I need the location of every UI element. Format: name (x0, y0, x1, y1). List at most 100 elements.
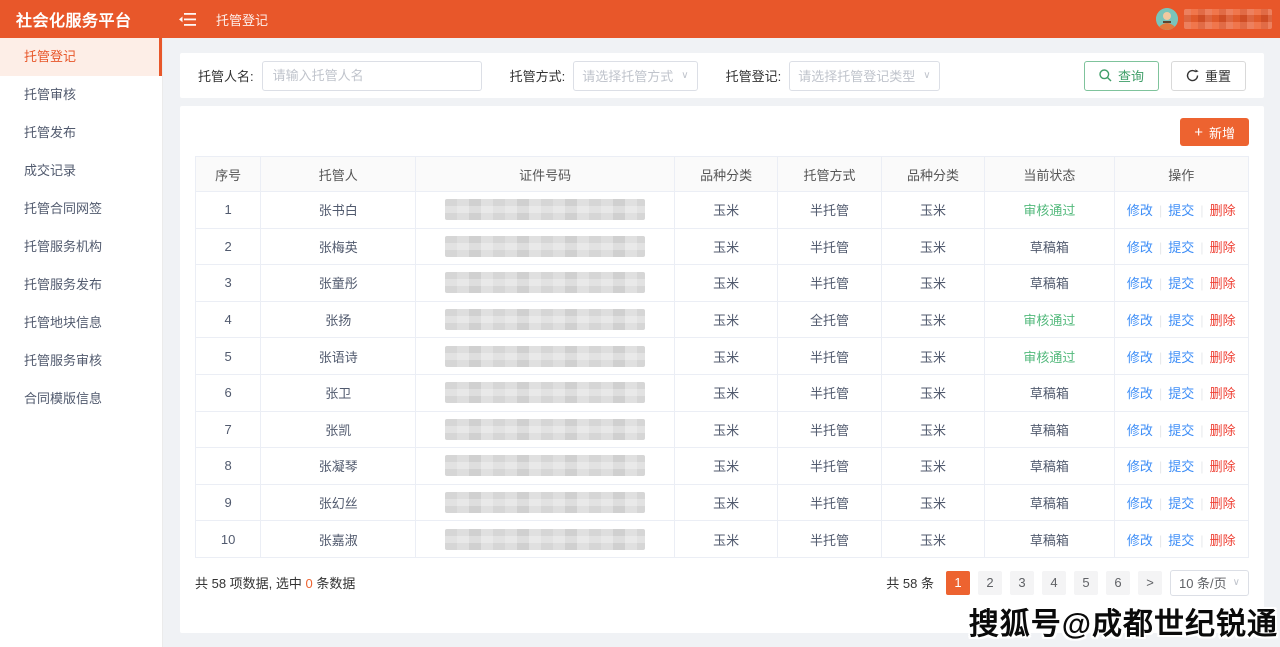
cell-mode: 半托管 (778, 484, 881, 521)
search-icon (1099, 69, 1112, 82)
submit-link[interactable]: 提交 (1168, 533, 1194, 548)
cell-id-number (416, 448, 675, 485)
delete-link[interactable]: 删除 (1210, 496, 1236, 511)
submit-link[interactable]: 提交 (1168, 350, 1194, 365)
edit-link[interactable]: 修改 (1127, 386, 1153, 401)
submit-link[interactable]: 提交 (1168, 423, 1194, 438)
edit-link[interactable]: 修改 (1127, 276, 1153, 291)
delete-link[interactable]: 删除 (1210, 203, 1236, 218)
cell-status: 草稿箱 (985, 484, 1114, 521)
cell-status: 草稿箱 (985, 265, 1114, 302)
edit-link[interactable]: 修改 (1127, 203, 1153, 218)
cell-name: 张卫 (261, 374, 416, 411)
page-size-select[interactable]: 10 条/页 ∨ (1170, 570, 1249, 596)
mode-filter-select[interactable]: 请选择托管方式 ∨ (573, 61, 697, 91)
delete-link[interactable]: 删除 (1210, 350, 1236, 365)
cell-id-number (416, 411, 675, 448)
mode-filter-label: 托管方式: (510, 66, 566, 85)
submit-link[interactable]: 提交 (1168, 240, 1194, 255)
delete-link[interactable]: 删除 (1210, 386, 1236, 401)
delete-link[interactable]: 删除 (1210, 313, 1236, 328)
cell-id-number (416, 484, 675, 521)
delete-link[interactable]: 删除 (1210, 240, 1236, 255)
cell-variety: 玉米 (674, 338, 777, 375)
delete-link[interactable]: 删除 (1210, 533, 1236, 548)
sidebar-item-1[interactable]: 托管审核 (0, 76, 162, 114)
cell-variety: 玉米 (674, 374, 777, 411)
reset-button-label: 重置 (1205, 66, 1231, 85)
cell-variety: 玉米 (674, 228, 777, 265)
redacted-id-block (445, 346, 645, 367)
sidebar-item-label: 托管登记 (24, 49, 76, 64)
delete-link[interactable]: 删除 (1210, 276, 1236, 291)
cell-variety2: 玉米 (881, 448, 984, 485)
sidebar-item-label: 合同模版信息 (24, 391, 102, 406)
chevron-down-icon: ∨ (1233, 577, 1240, 588)
edit-link[interactable]: 修改 (1127, 533, 1153, 548)
name-filter-label: 托管人名: (198, 66, 254, 85)
username-redacted[interactable] (1184, 9, 1272, 29)
sidebar-item-5[interactable]: 托管服务机构 (0, 228, 162, 266)
reset-button[interactable]: 重置 (1171, 61, 1246, 91)
cell-name: 张扬 (261, 301, 416, 338)
sidebar-item-3[interactable]: 成交记录 (0, 152, 162, 190)
edit-link[interactable]: 修改 (1127, 240, 1153, 255)
cell-name: 张凯 (261, 411, 416, 448)
action-separator: | (1200, 240, 1203, 255)
sidebar-item-7[interactable]: 托管地块信息 (0, 304, 162, 342)
edit-link[interactable]: 修改 (1127, 350, 1153, 365)
submit-link[interactable]: 提交 (1168, 276, 1194, 291)
submit-link[interactable]: 提交 (1168, 313, 1194, 328)
redacted-id-block (445, 199, 645, 220)
edit-link[interactable]: 修改 (1127, 423, 1153, 438)
sidebar-item-4[interactable]: 托管合同网签 (0, 190, 162, 228)
submit-link[interactable]: 提交 (1168, 496, 1194, 511)
cell-index: 2 (196, 228, 261, 265)
cell-actions: 修改|提交|删除 (1114, 448, 1248, 485)
app-header: 社会化服务平台 托管登记 (0, 0, 1280, 38)
cell-variety: 玉米 (674, 411, 777, 448)
name-filter-input[interactable] (262, 61, 482, 91)
cell-index: 6 (196, 374, 261, 411)
user-avatar[interactable] (1156, 8, 1178, 30)
next-page-button[interactable]: > (1138, 571, 1162, 595)
edit-link[interactable]: 修改 (1127, 496, 1153, 511)
redacted-id-block (445, 236, 645, 257)
sidebar-item-2[interactable]: 托管发布 (0, 114, 162, 152)
submit-link[interactable]: 提交 (1168, 203, 1194, 218)
cell-id-number (416, 301, 675, 338)
cell-id-number (416, 228, 675, 265)
submit-link[interactable]: 提交 (1168, 459, 1194, 474)
reg-filter-select[interactable]: 请选择托管登记类型 ∨ (789, 61, 939, 91)
delete-link[interactable]: 删除 (1210, 459, 1236, 474)
sidebar-item-8[interactable]: 托管服务审核 (0, 342, 162, 380)
page-button-3[interactable]: 3 (1010, 571, 1034, 595)
page-button-4[interactable]: 4 (1042, 571, 1066, 595)
query-button[interactable]: 查询 (1084, 61, 1159, 91)
submit-link[interactable]: 提交 (1168, 386, 1194, 401)
table-row: 3 张童彤 玉米 半托管 玉米 草稿箱 修改|提交|删除 (196, 265, 1249, 302)
page-button-6[interactable]: 6 (1106, 571, 1130, 595)
edit-link[interactable]: 修改 (1127, 313, 1153, 328)
cell-mode: 半托管 (778, 448, 881, 485)
redacted-id-block (445, 272, 645, 293)
add-button[interactable]: + 新增 (1180, 118, 1249, 146)
delete-link[interactable]: 删除 (1210, 423, 1236, 438)
page-button-5[interactable]: 5 (1074, 571, 1098, 595)
add-button-label: 新增 (1209, 123, 1235, 142)
filter-bar: 托管人名: 托管方式: 请选择托管方式 ∨ 托管登记: 请选择托管登记类型 ∨ … (180, 53, 1264, 98)
table-row: 8 张凝琴 玉米 半托管 玉米 草稿箱 修改|提交|删除 (196, 448, 1249, 485)
sidebar-item-6[interactable]: 托管服务发布 (0, 266, 162, 304)
menu-fold-icon[interactable] (179, 12, 196, 27)
page-button-2[interactable]: 2 (978, 571, 1002, 595)
reg-filter-label: 托管登记: (726, 66, 782, 85)
page-button-1[interactable]: 1 (946, 571, 970, 595)
action-separator: | (1200, 459, 1203, 474)
sidebar-item-9[interactable]: 合同模版信息 (0, 380, 162, 418)
filter-mode-group: 托管方式: 请选择托管方式 ∨ (510, 61, 698, 91)
cell-actions: 修改|提交|删除 (1114, 192, 1248, 229)
watermark-text: 搜狐号@成都世纪锐通 (969, 599, 1278, 643)
sidebar-item-0[interactable]: 托管登记 (0, 38, 162, 76)
plus-icon: + (1194, 125, 1203, 140)
edit-link[interactable]: 修改 (1127, 459, 1153, 474)
